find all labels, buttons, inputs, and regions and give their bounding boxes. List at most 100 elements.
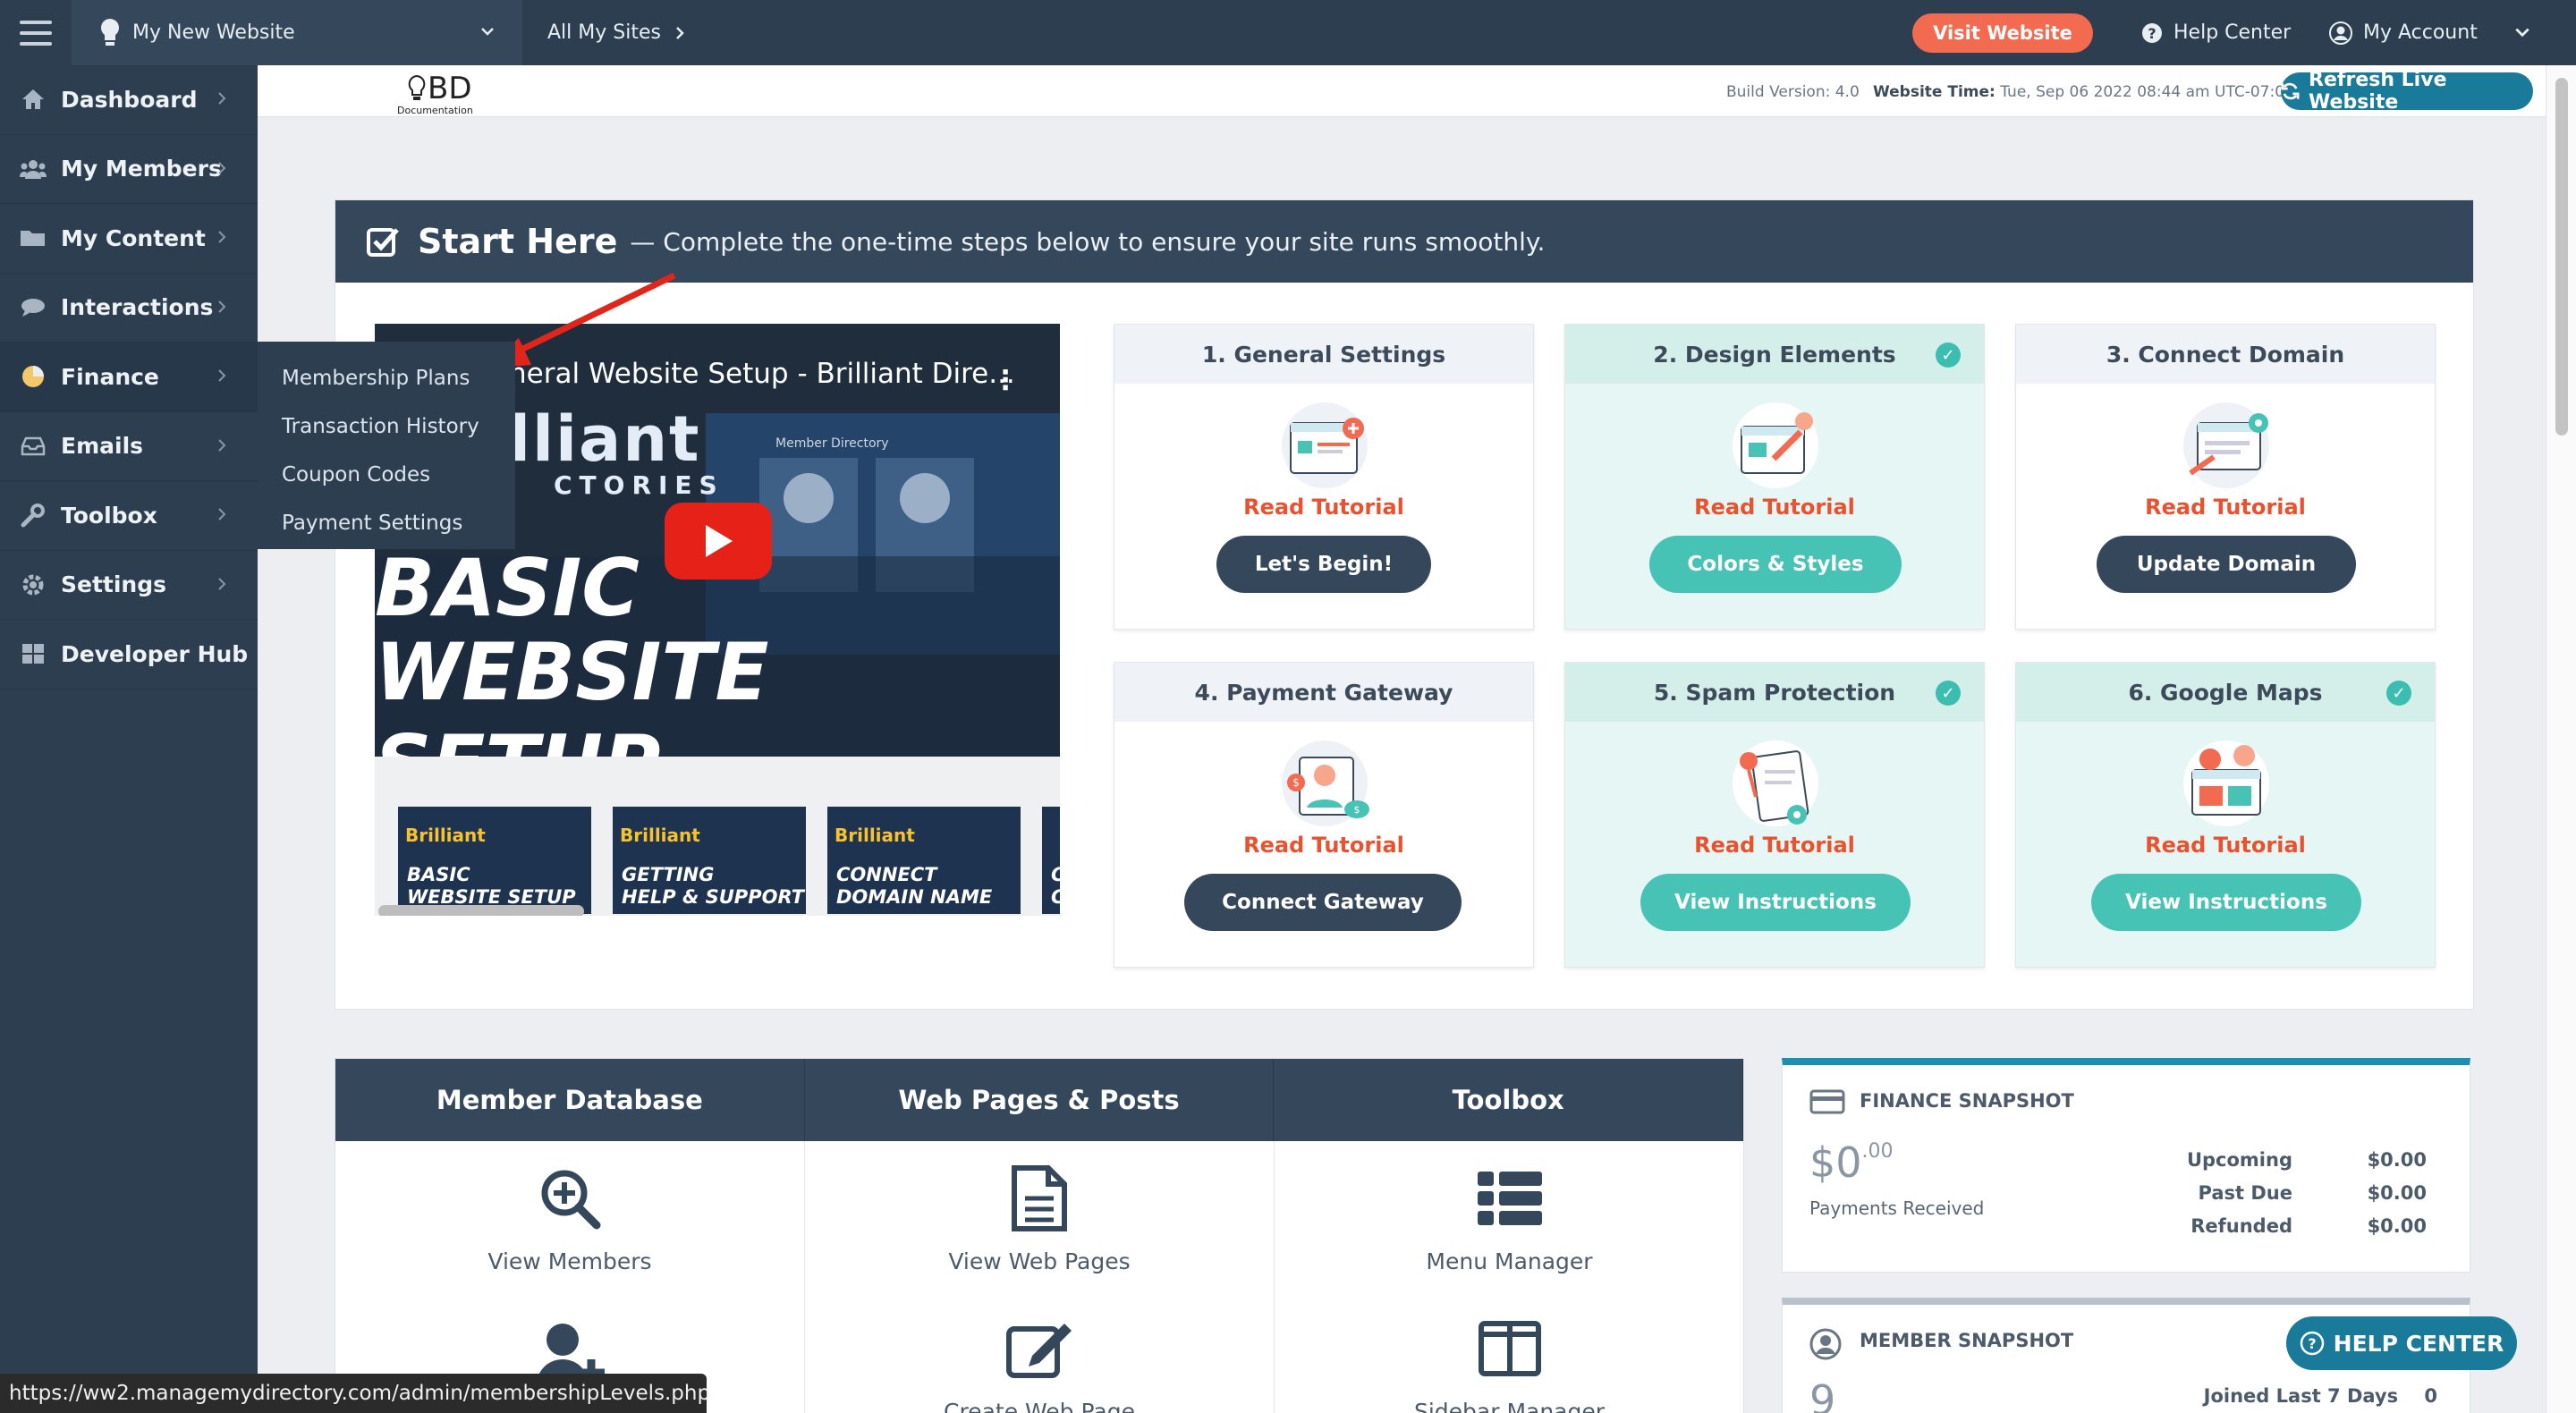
sidebar-item-settings[interactable]: Settings xyxy=(0,551,258,620)
playlist-thumbnail[interactable]: C C xyxy=(1042,807,1060,914)
site-selector[interactable]: My New Website xyxy=(72,0,522,65)
connect-gateway-button[interactable]: Connect Gateway xyxy=(1184,874,1462,931)
sidebar-item-dashboard[interactable]: Dashboard xyxy=(0,65,258,135)
read-tutorial-link[interactable]: Read Tutorial xyxy=(2016,833,2435,858)
bd-logo[interactable]: BD Documentation xyxy=(329,71,481,116)
website-time: Website Time: Tue, Sep 06 2022 08:44 am … xyxy=(1873,83,2294,101)
video-menu-icon[interactable]: ⋮ xyxy=(992,365,1019,396)
sidebar-item-developer-hub[interactable]: Developer Hub xyxy=(0,620,258,690)
view-web-pages-link[interactable]: View Web Pages xyxy=(805,1248,1274,1274)
member-count: 9 xyxy=(1809,1376,1836,1413)
submenu-item-membership-plans[interactable]: Membership Plans xyxy=(258,354,515,402)
credit-card-icon xyxy=(1809,1089,1845,1114)
help-center-label: Help Center xyxy=(2174,21,2292,44)
lets-begin-button[interactable]: Let's Begin! xyxy=(1216,536,1431,593)
tools-header-member-database: Member Database xyxy=(335,1059,805,1141)
document-icon[interactable] xyxy=(1011,1164,1068,1232)
colors-styles-button[interactable]: Colors & Styles xyxy=(1649,536,1902,593)
edit-page-icon[interactable] xyxy=(1005,1316,1073,1379)
refresh-live-website-button[interactable]: Refresh Live Website xyxy=(2281,69,2533,114)
chevron-right-icon xyxy=(218,300,226,313)
read-tutorial-link[interactable]: Read Tutorial xyxy=(1114,833,1533,858)
finance-snapshot-panel: FINANCE SNAPSHOT $0.00 Payments Received… xyxy=(1782,1058,2470,1273)
step-card-google-maps: 6. Google Maps ✓ Read Tutorial View Instr… xyxy=(2015,662,2436,968)
list-icon[interactable] xyxy=(1476,1170,1544,1227)
sidebar-item-my-members[interactable]: My Members xyxy=(0,135,258,204)
step-card-design-elements: 2. Design Elements ✓ Read Tutorial Colors… xyxy=(1564,324,1985,630)
view-members-link[interactable]: View Members xyxy=(335,1248,804,1274)
finance-row-value: $0.00 xyxy=(2367,1182,2427,1204)
page-scrollbar[interactable] xyxy=(2546,65,2576,1413)
all-sites-link[interactable]: All My Sites xyxy=(547,0,686,65)
submenu-item-payment-settings[interactable]: Payment Settings xyxy=(258,499,515,547)
card-title-text: 2. Design Elements xyxy=(1653,341,1896,368)
folder-icon xyxy=(20,224,47,251)
finance-row-value: $0.00 xyxy=(2367,1215,2427,1237)
chevron-right-icon xyxy=(218,438,226,452)
visit-website-button[interactable]: Visit Website xyxy=(1912,13,2093,53)
step-card-general-settings: 1. General Settings Read Tutorial Let's … xyxy=(1114,324,1534,630)
submenu-item-coupon-codes[interactable]: Coupon Codes xyxy=(258,451,515,499)
web-pages-column: View Web Pages Create Web Page xyxy=(805,1141,1275,1413)
member-snapshot-title: MEMBER SNAPSHOT xyxy=(1860,1330,2074,1351)
card-title: 1. General Settings xyxy=(1114,325,1533,384)
help-center-float-button[interactable]: ? HELP CENTER xyxy=(2286,1316,2517,1370)
browser-status-url: https://ww2.managemydirectory.com/admin/… xyxy=(0,1374,710,1413)
read-tutorial-link[interactable]: Read Tutorial xyxy=(1565,495,1984,520)
spam-protection-icon xyxy=(1733,740,1818,826)
step-card-spam-protection: 5. Spam Protection ✓ Read Tutorial View I… xyxy=(1564,662,1985,968)
chevron-right-icon xyxy=(218,369,226,382)
playlist-scrollbar[interactable] xyxy=(378,905,584,916)
sub-header: BD Documentation Build Version: 4.0 Webs… xyxy=(258,65,2546,117)
sidebar-item-emails[interactable]: Emails xyxy=(0,412,258,481)
read-tutorial-link[interactable]: Read Tutorial xyxy=(2016,495,2435,520)
card-title: 4. Payment Gateway xyxy=(1114,663,1533,722)
start-here-title: Start Here xyxy=(418,222,618,261)
thumb-brand: Brilliant xyxy=(405,825,486,846)
design-brush-icon xyxy=(1733,402,1818,488)
start-here-subtitle: — Complete the one-time steps below to e… xyxy=(630,226,1546,257)
chevron-down-icon[interactable] xyxy=(2513,23,2531,41)
read-tutorial-link[interactable]: Read Tutorial xyxy=(1565,833,1984,858)
menu-manager-link[interactable]: Menu Manager xyxy=(1275,1248,1744,1274)
sidebar-item-my-content[interactable]: My Content xyxy=(0,204,258,274)
sidebar-item-finance[interactable]: Finance xyxy=(0,343,258,412)
hamburger-menu-icon[interactable] xyxy=(0,0,72,65)
toolbox-column: Menu Manager Sidebar Manager xyxy=(1275,1141,1744,1413)
sidebar-manager-link[interactable]: Sidebar Manager xyxy=(1275,1399,1744,1413)
gear-icon xyxy=(20,571,47,598)
settings-window-icon xyxy=(1282,402,1368,488)
update-domain-button[interactable]: Update Domain xyxy=(2097,536,2356,593)
finance-row-value: $0.00 xyxy=(2367,1149,2427,1171)
sidebar-item-label: Interactions xyxy=(61,294,214,321)
search-plus-icon[interactable] xyxy=(538,1166,602,1231)
sidebar-layout-icon[interactable] xyxy=(1478,1320,1542,1377)
sidebar-item-label: Toolbox xyxy=(61,502,157,529)
chevron-right-icon xyxy=(218,508,226,520)
playlist-thumbnail[interactable]: Brilliant GETTING HELP & SUPPORT xyxy=(613,807,806,914)
users-icon xyxy=(20,156,47,182)
payment-gateway-icon: $$ xyxy=(1282,740,1369,826)
view-instructions-button[interactable]: View Instructions xyxy=(1640,874,1911,931)
thumb-brand: Brilliant xyxy=(835,825,915,846)
view-instructions-button[interactable]: View Instructions xyxy=(2091,874,2361,931)
playlist-thumbnail[interactable]: Brilliant CONNECT DOMAIN NAME xyxy=(827,807,1021,914)
my-account-menu[interactable]: My Account xyxy=(2329,0,2478,65)
sidebar-item-toolbox[interactable]: Toolbox xyxy=(0,481,258,551)
play-button-icon[interactable] xyxy=(665,503,772,580)
help-center-link[interactable]: ? Help Center xyxy=(2141,0,2291,65)
sidebar-item-interactions[interactable]: Interactions xyxy=(0,274,258,343)
site-name: My New Website xyxy=(132,21,295,44)
read-tutorial-link[interactable]: Read Tutorial xyxy=(1114,495,1533,520)
member-database-column: View Members xyxy=(335,1141,805,1413)
create-web-page-link[interactable]: Create Web Page xyxy=(805,1399,1274,1413)
tools-header: Member Database Web Pages & Posts Toolbo… xyxy=(335,1059,1744,1141)
scrollbar-thumb[interactable] xyxy=(2555,78,2568,436)
tools-header-web-pages: Web Pages & Posts xyxy=(805,1059,1275,1141)
google-maps-icon xyxy=(2183,740,2269,826)
playlist-thumbnail[interactable]: Brilliant BASIC WEBSITE SETUP xyxy=(398,807,591,914)
payments-received-amount: $0.00 xyxy=(1809,1138,1894,1187)
video-member-directory-label: Member Directory xyxy=(775,436,889,451)
svg-text:$: $ xyxy=(1354,804,1360,816)
submenu-item-transaction-history[interactable]: Transaction History xyxy=(258,402,515,451)
